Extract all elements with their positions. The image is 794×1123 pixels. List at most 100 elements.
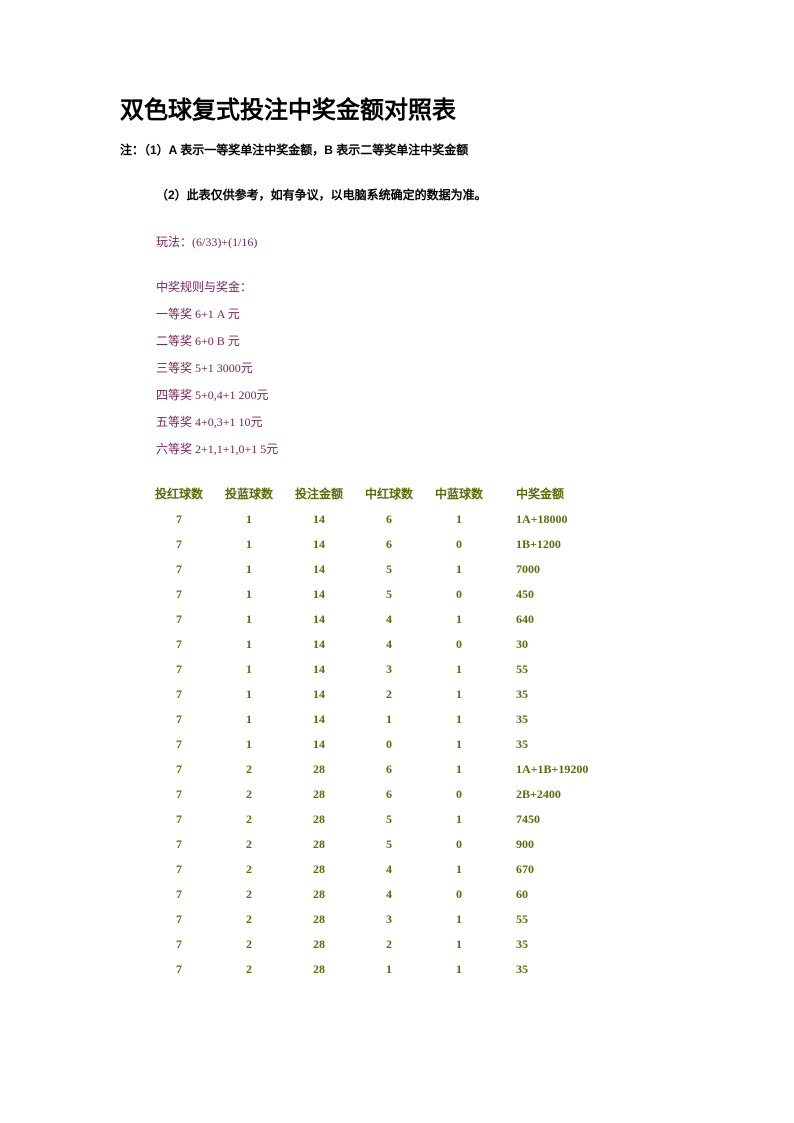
cell-prize: 55 [494, 662, 656, 677]
table-row: 71142135 [144, 687, 674, 702]
cell-hitblue: 1 [424, 812, 494, 827]
rule-line: 五等奖 4+0,3+1 10元 [156, 413, 674, 430]
cell-red: 7 [144, 837, 214, 852]
cell-red: 7 [144, 612, 214, 627]
cell-hitred: 6 [354, 512, 424, 527]
cell-red: 7 [144, 712, 214, 727]
cell-bet: 28 [284, 912, 354, 927]
cell-hitblue: 1 [424, 687, 494, 702]
table-row: 7114517000 [144, 562, 674, 577]
cell-bet: 14 [284, 687, 354, 702]
cell-hitred: 5 [354, 587, 424, 602]
cell-blue: 2 [214, 937, 284, 952]
rule-line: 一等奖 6+1 A 元 [156, 305, 674, 322]
cell-blue: 2 [214, 762, 284, 777]
cell-red: 7 [144, 762, 214, 777]
rules-title: 中奖规则与奖金： [156, 278, 674, 295]
cell-bet: 14 [284, 537, 354, 552]
table-row: 7114611A+18000 [144, 512, 674, 527]
header-hitred: 中红球数 [354, 485, 424, 502]
cell-blue: 2 [214, 912, 284, 927]
cell-hitred: 0 [354, 737, 424, 752]
cell-hitblue: 1 [424, 862, 494, 877]
cell-bet: 14 [284, 587, 354, 602]
rule-line: 四等奖 5+0,4+1 200元 [156, 386, 674, 403]
table-row: 7228611A+1B+19200 [144, 762, 674, 777]
table-row: 722850900 [144, 837, 674, 852]
cell-prize: 1A+18000 [494, 512, 656, 527]
cell-hitblue: 1 [424, 662, 494, 677]
cell-bet: 14 [284, 612, 354, 627]
cell-hitblue: 0 [424, 587, 494, 602]
cell-blue: 1 [214, 537, 284, 552]
cell-bet: 28 [284, 762, 354, 777]
cell-prize: 35 [494, 687, 656, 702]
cell-blue: 1 [214, 637, 284, 652]
cell-red: 7 [144, 637, 214, 652]
cell-prize: 450 [494, 587, 656, 602]
cell-prize: 7450 [494, 812, 656, 827]
cell-bet: 14 [284, 712, 354, 727]
cell-prize: 640 [494, 612, 656, 627]
table-row: 71140135 [144, 737, 674, 752]
cell-red: 7 [144, 862, 214, 877]
cell-prize: 1B+1200 [494, 537, 656, 552]
cell-red: 7 [144, 962, 214, 977]
cell-bet: 28 [284, 937, 354, 952]
cell-hitred: 4 [354, 612, 424, 627]
cell-hitred: 4 [354, 637, 424, 652]
cell-red: 7 [144, 687, 214, 702]
header-hitblue: 中蓝球数 [424, 485, 494, 502]
cell-hitblue: 1 [424, 912, 494, 927]
cell-hitblue: 1 [424, 562, 494, 577]
cell-red: 7 [144, 812, 214, 827]
cell-hitblue: 1 [424, 512, 494, 527]
play-method: 玩法：(6/33)+(1/16) [156, 233, 674, 250]
table-row: 722841670 [144, 862, 674, 877]
cell-bet: 28 [284, 962, 354, 977]
cell-hitred: 3 [354, 662, 424, 677]
cell-hitred: 5 [354, 812, 424, 827]
cell-red: 7 [144, 787, 214, 802]
cell-bet: 14 [284, 737, 354, 752]
cell-prize: 35 [494, 962, 656, 977]
cell-hitred: 4 [354, 862, 424, 877]
cell-red: 7 [144, 737, 214, 752]
header-bet: 投注金额 [284, 485, 354, 502]
table-row: 72282135 [144, 937, 674, 952]
cell-bet: 28 [284, 887, 354, 902]
cell-blue: 1 [214, 737, 284, 752]
table-row: 71141135 [144, 712, 674, 727]
cell-blue: 2 [214, 787, 284, 802]
table-header: 投红球数 投蓝球数 投注金额 中红球数 中蓝球数 中奖金额 [144, 485, 674, 502]
cell-hitred: 1 [354, 712, 424, 727]
document-page: 双色球复式投注中奖金额对照表 注：（1）A 表示一等奖单注中奖金额，B 表示二等… [0, 0, 794, 1027]
cell-red: 7 [144, 537, 214, 552]
table-body: 7114611A+180007114601B+12007114517000711… [144, 512, 674, 977]
cell-red: 7 [144, 662, 214, 677]
cell-hitred: 6 [354, 762, 424, 777]
header-red: 投红球数 [144, 485, 214, 502]
note-1: 注：（1）A 表示一等奖单注中奖金额，B 表示二等奖单注中奖金额 [120, 141, 674, 158]
cell-prize: 30 [494, 637, 656, 652]
cell-bet: 14 [284, 512, 354, 527]
cell-blue: 1 [214, 562, 284, 577]
cell-hitblue: 0 [424, 787, 494, 802]
cell-red: 7 [144, 587, 214, 602]
table-row: 711441640 [144, 612, 674, 627]
cell-blue: 2 [214, 862, 284, 877]
cell-blue: 1 [214, 512, 284, 527]
rule-line: 三等奖 5+1 3000元 [156, 359, 674, 376]
cell-prize: 35 [494, 712, 656, 727]
cell-bet: 14 [284, 637, 354, 652]
cell-blue: 2 [214, 962, 284, 977]
cell-prize: 670 [494, 862, 656, 877]
cell-red: 7 [144, 562, 214, 577]
table-row: 7114601B+1200 [144, 537, 674, 552]
cell-red: 7 [144, 937, 214, 952]
table-row: 7228517450 [144, 812, 674, 827]
cell-hitblue: 0 [424, 887, 494, 902]
cell-blue: 2 [214, 837, 284, 852]
table-row: 711450450 [144, 587, 674, 602]
cell-hitred: 6 [354, 787, 424, 802]
